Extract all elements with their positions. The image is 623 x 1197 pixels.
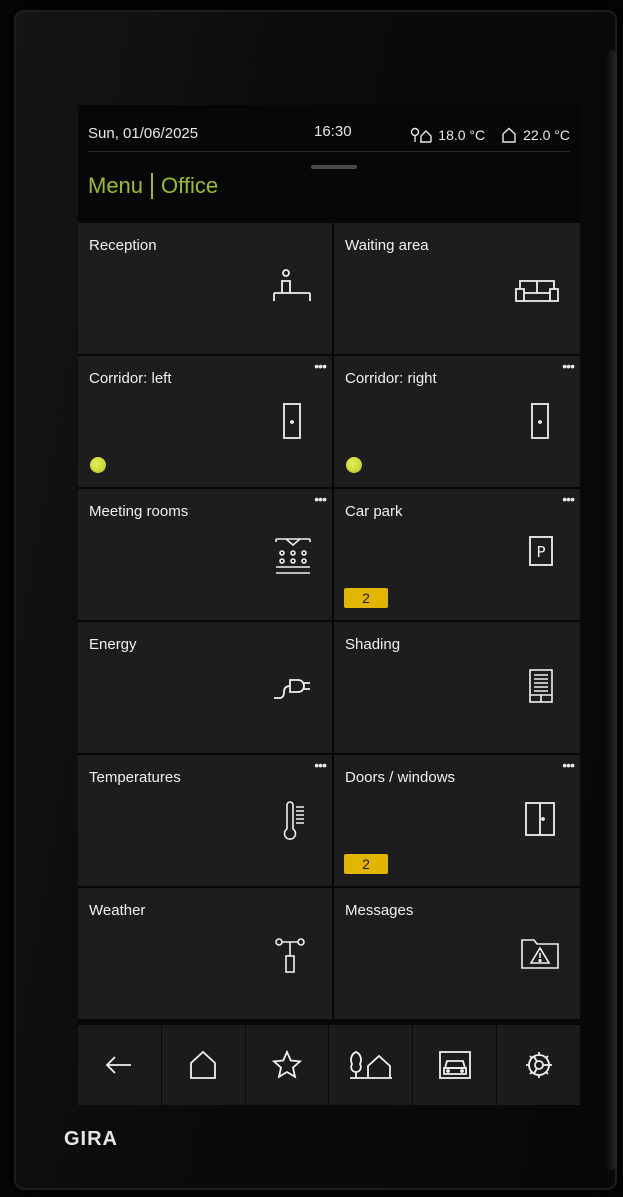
status-date: Sun, 01/06/2025 bbox=[88, 125, 199, 142]
reception-desk-icon bbox=[272, 269, 312, 316]
tile-reception[interactable]: Reception bbox=[78, 223, 332, 354]
breadcrumb-current: Office bbox=[161, 173, 219, 198]
tile-corridor-left[interactable]: Corridor: left ••• bbox=[78, 356, 332, 487]
outdoor-temperature-icon bbox=[410, 127, 432, 143]
tile-label: Meeting rooms bbox=[89, 503, 189, 520]
home-icon[interactable] bbox=[162, 1025, 246, 1105]
tile-doors-windows[interactable]: Doors / windows ••• 2 bbox=[334, 755, 580, 886]
breadcrumb: Menu Office bbox=[88, 173, 218, 199]
pull-down-handle[interactable] bbox=[311, 165, 357, 169]
tile-car-park[interactable]: Car park ••• P 2 bbox=[334, 489, 580, 620]
tile-meeting-rooms[interactable]: Meeting rooms ••• bbox=[78, 489, 332, 620]
tile-label: Weather bbox=[89, 902, 146, 919]
tile-label: Waiting area bbox=[345, 237, 429, 254]
tile-label: Shading bbox=[345, 636, 401, 653]
indoor-temperature: 22.0 °C bbox=[523, 127, 570, 143]
tile-label: Corridor: right bbox=[345, 370, 437, 387]
door-icon bbox=[530, 402, 550, 445]
sofa-icon bbox=[514, 277, 560, 312]
more-options-button[interactable]: ••• bbox=[562, 757, 575, 773]
outdoor-temperature: 18.0 °C bbox=[438, 127, 486, 143]
tile-weather[interactable]: Weather bbox=[78, 888, 332, 1019]
breadcrumb-menu[interactable]: Menu bbox=[88, 173, 143, 199]
status-indicator-dot bbox=[346, 457, 362, 473]
tile-label: Messages bbox=[345, 902, 414, 919]
thermometer-icon bbox=[282, 801, 306, 848]
parking-icon: P bbox=[528, 535, 554, 572]
status-divider bbox=[88, 151, 570, 152]
count-badge: 2 bbox=[344, 854, 388, 874]
tile-label: Corridor: left bbox=[89, 370, 172, 387]
tile-label: Energy bbox=[89, 636, 137, 653]
house-icon bbox=[501, 127, 517, 143]
garage-icon[interactable] bbox=[413, 1025, 498, 1105]
touch-screen: Sun, 01/06/2025 16:30 18.0 °C 22.0 °C Me… bbox=[78, 105, 580, 1105]
tile-grid: Reception Waiting area Corridor: left ••… bbox=[78, 223, 580, 1023]
temperature-readouts: 18.0 °C 22.0 °C bbox=[410, 127, 570, 143]
more-options-button[interactable]: ••• bbox=[314, 491, 327, 507]
tile-temperatures[interactable]: Temperatures ••• bbox=[78, 755, 332, 886]
tile-corridor-right[interactable]: Corridor: right ••• bbox=[334, 356, 580, 487]
blinds-icon bbox=[528, 668, 554, 709]
brand-logo: GIRA bbox=[64, 1128, 118, 1150]
meeting-room-icon bbox=[274, 535, 312, 582]
bottom-navigation bbox=[78, 1025, 580, 1105]
tile-waiting-area[interactable]: Waiting area bbox=[334, 223, 580, 354]
tile-label: Temperatures bbox=[89, 769, 181, 786]
breadcrumb-separator bbox=[151, 173, 154, 199]
window-icon bbox=[524, 801, 556, 842]
back-arrow-icon[interactable] bbox=[78, 1025, 162, 1105]
tile-label: Doors / windows bbox=[345, 769, 456, 786]
tile-label: Car park bbox=[345, 503, 403, 520]
door-icon bbox=[282, 402, 302, 445]
tile-messages[interactable]: Messages bbox=[334, 888, 580, 1019]
outdoor-house-icon[interactable] bbox=[329, 1025, 414, 1105]
status-bar: Sun, 01/06/2025 16:30 18.0 °C 22.0 °C bbox=[88, 121, 570, 149]
favorites-star-icon[interactable] bbox=[246, 1025, 330, 1105]
plug-icon bbox=[272, 672, 312, 707]
weather-station-icon bbox=[274, 934, 306, 979]
more-options-button[interactable]: ••• bbox=[562, 491, 575, 507]
warning-folder-icon bbox=[520, 934, 560, 975]
device-edge bbox=[607, 50, 617, 1170]
more-options-button[interactable]: ••• bbox=[314, 358, 327, 374]
tile-energy[interactable]: Energy bbox=[78, 622, 332, 753]
tile-label: Reception bbox=[89, 237, 157, 254]
status-indicator-dot bbox=[90, 457, 106, 473]
status-time: 16:30 bbox=[314, 123, 352, 140]
settings-gear-icon[interactable] bbox=[497, 1025, 580, 1105]
svg-text:P: P bbox=[536, 543, 545, 561]
more-options-button[interactable]: ••• bbox=[562, 358, 575, 374]
tile-shading[interactable]: Shading bbox=[334, 622, 580, 753]
count-badge: 2 bbox=[344, 588, 388, 608]
more-options-button[interactable]: ••• bbox=[314, 757, 327, 773]
